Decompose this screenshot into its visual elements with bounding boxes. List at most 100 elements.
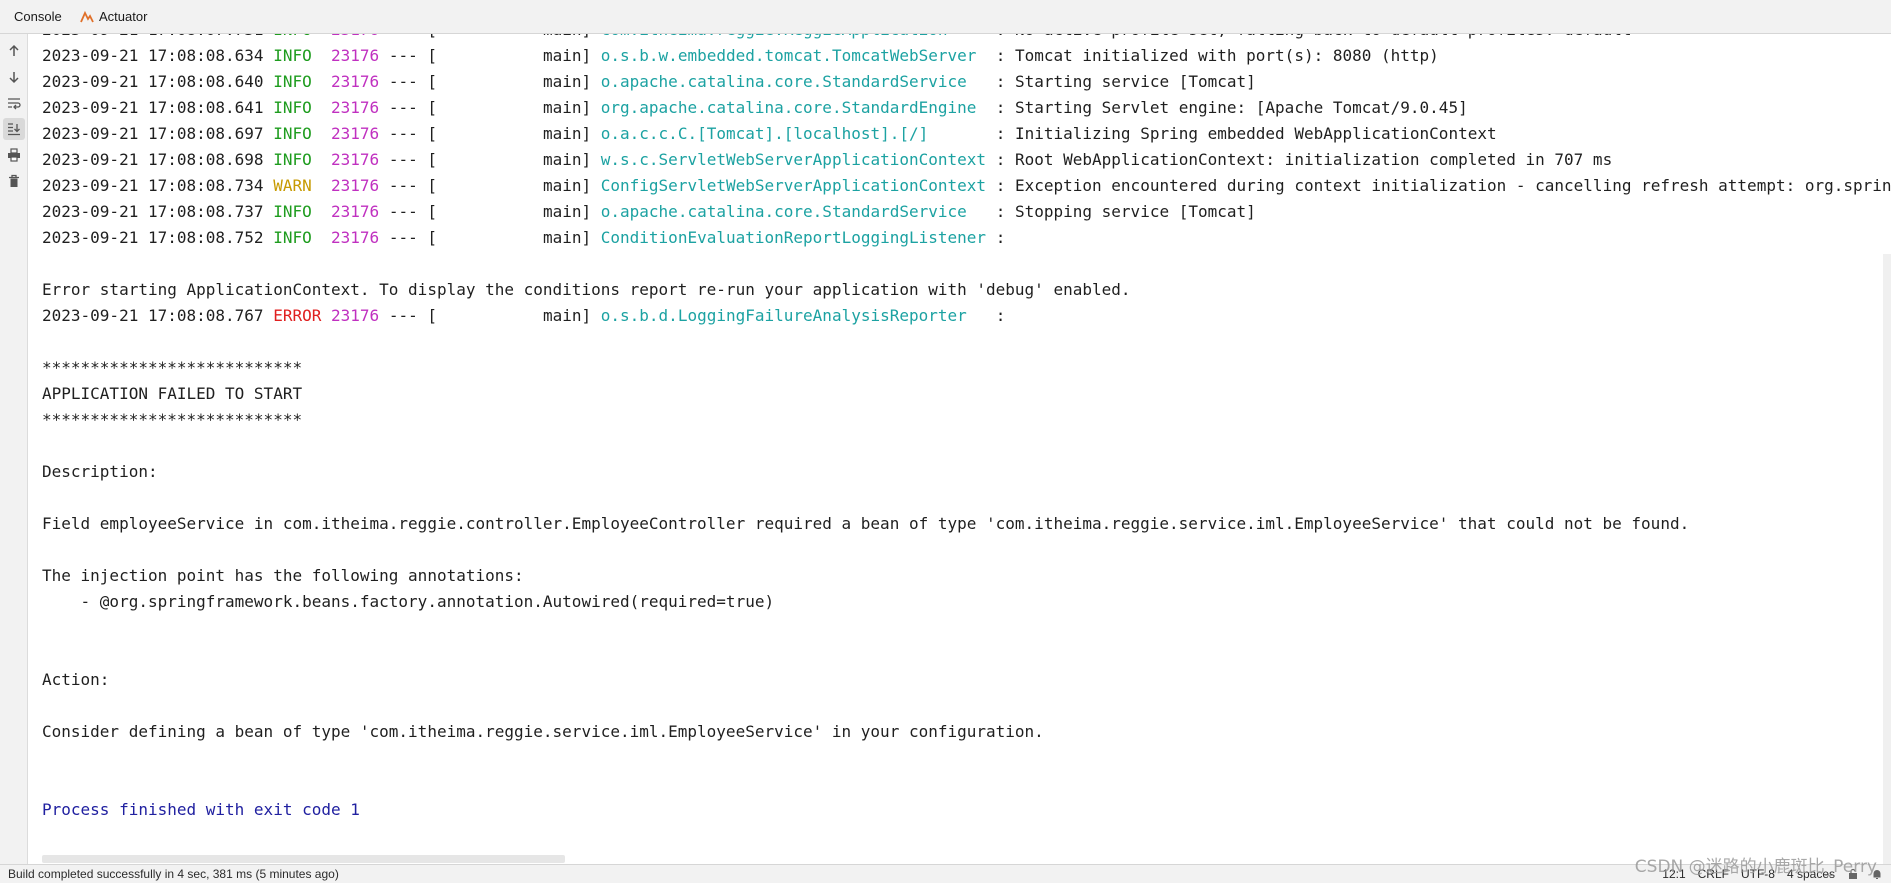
log-thread: --- [ main] bbox=[379, 46, 601, 65]
console-text: APPLICATION FAILED TO START bbox=[42, 384, 303, 403]
log-thread: --- [ main] bbox=[379, 306, 601, 325]
log-message: : bbox=[986, 228, 1015, 247]
log-message: : No active profile set, falling back to… bbox=[986, 34, 1632, 39]
up-button[interactable] bbox=[3, 40, 25, 62]
clear-all-button[interactable] bbox=[3, 170, 25, 192]
log-pid: 23176 bbox=[331, 150, 380, 169]
log-timestamp: 2023-09-21 17:08:08.697 bbox=[42, 124, 264, 143]
console-text: - @org.springframework.beans.factory.ann… bbox=[42, 592, 775, 611]
log-level: INFO bbox=[273, 150, 322, 169]
log-line: 2023-09-21 17:08:08.767 ERROR 23176 --- … bbox=[42, 303, 1891, 329]
tab-actuator[interactable]: Actuator bbox=[74, 0, 153, 33]
console-text: The injection point has the following an… bbox=[42, 566, 524, 585]
console-toolbar bbox=[0, 34, 28, 864]
actuator-icon bbox=[80, 10, 94, 22]
log-timestamp: 2023-09-21 17:08:08.734 bbox=[42, 176, 264, 195]
horizontal-scrollbar[interactable] bbox=[42, 855, 565, 863]
log-logger: o.s.b.d.LoggingFailureAnalysisReporter bbox=[600, 306, 987, 325]
down-button[interactable] bbox=[3, 66, 25, 88]
log-pid: 23176 bbox=[331, 306, 380, 325]
log-message: : Tomcat initialized with port(s): 8080 … bbox=[986, 46, 1439, 65]
log-level: WARN bbox=[273, 176, 322, 195]
log-thread: --- [ main] bbox=[379, 124, 601, 143]
log-level: INFO bbox=[273, 228, 322, 247]
soft-wrap-button[interactable] bbox=[3, 92, 25, 114]
log-pid: 23176 bbox=[331, 202, 380, 221]
console-line: - @org.springframework.beans.factory.ann… bbox=[42, 589, 1891, 615]
log-logger: org.apache.catalina.core.StandardEngine bbox=[600, 98, 987, 117]
log-timestamp: 2023-09-21 17:08:07.731 bbox=[42, 34, 264, 39]
log-pid: 23176 bbox=[331, 72, 380, 91]
soft-wrap-icon bbox=[8, 98, 21, 110]
process-exit-line: Process finished with exit code 1 bbox=[42, 797, 1891, 823]
console-output[interactable]: 2023-09-21 17:08:07.731 INFO 23176 --- [… bbox=[28, 34, 1891, 864]
trash-icon bbox=[9, 174, 19, 187]
log-message: : Root WebApplicationContext: initializa… bbox=[986, 150, 1613, 169]
console-line: The injection point has the following an… bbox=[42, 563, 1891, 589]
console-line: Error starting ApplicationContext. To di… bbox=[42, 277, 1891, 303]
log-line: 2023-09-21 17:08:08.698 INFO 23176 --- [… bbox=[42, 147, 1891, 173]
log-message: : Initializing Spring embedded WebApplic… bbox=[986, 124, 1497, 143]
log-level: INFO bbox=[273, 34, 321, 39]
log-timestamp: 2023-09-21 17:08:08.737 bbox=[42, 202, 264, 221]
console-line: Description: bbox=[42, 459, 1891, 485]
console-text: Error starting ApplicationContext. To di… bbox=[42, 280, 1131, 299]
log-message: : Starting service [Tomcat] bbox=[986, 72, 1256, 91]
console-text: Field employeeService in com.itheima.reg… bbox=[42, 514, 1690, 533]
log-logger: o.a.c.c.C.[Tomcat].[localhost].[/] bbox=[600, 124, 987, 143]
print-icon bbox=[8, 148, 20, 162]
vertical-scrollbar[interactable] bbox=[1883, 254, 1891, 864]
tab-console[interactable]: Console bbox=[8, 0, 68, 33]
log-line: 2023-09-21 17:08:08.737 INFO 23176 --- [… bbox=[42, 199, 1891, 225]
console-text: *************************** bbox=[42, 358, 303, 377]
status-message[interactable]: Build completed successfully in 4 sec, 3… bbox=[8, 867, 339, 881]
log-logger: w.s.c.ServletWebServerApplicationContext bbox=[600, 150, 987, 169]
console-line: Field employeeService in com.itheima.reg… bbox=[42, 511, 1891, 537]
scroll-to-end-button[interactable] bbox=[3, 118, 25, 140]
console-text: Consider defining a bean of type 'com.it… bbox=[42, 722, 1044, 741]
arrow-down-icon bbox=[9, 72, 19, 84]
print-button[interactable] bbox=[3, 144, 25, 166]
arrow-up-icon bbox=[9, 44, 19, 56]
log-line: 2023-09-21 17:08:08.752 INFO 23176 --- [… bbox=[42, 225, 1891, 251]
log-line: 2023-09-21 17:08:08.634 INFO 23176 --- [… bbox=[42, 43, 1891, 69]
log-timestamp: 2023-09-21 17:08:08.752 bbox=[42, 228, 264, 247]
tab-console-label: Console bbox=[14, 9, 62, 24]
log-line: 2023-09-21 17:08:08.734 WARN 23176 --- [… bbox=[42, 173, 1891, 199]
log-pid: 23176 bbox=[331, 176, 380, 195]
console-line: *************************** bbox=[42, 355, 1891, 381]
log-pid: 23176 bbox=[331, 34, 379, 39]
log-thread: --- [ main] bbox=[379, 34, 601, 39]
log-thread: --- [ main] bbox=[379, 98, 601, 117]
status-bar: Build completed successfully in 4 sec, 3… bbox=[0, 864, 1891, 883]
tool-window-tab-bar: Console Actuator bbox=[0, 0, 1891, 34]
log-logger: o.apache.catalina.core.StandardService bbox=[600, 202, 987, 221]
log-level: INFO bbox=[273, 72, 322, 91]
log-timestamp: 2023-09-21 17:08:08.641 bbox=[42, 98, 264, 117]
console-line: Action: bbox=[42, 667, 1891, 693]
log-line: 2023-09-21 17:08:08.640 INFO 23176 --- [… bbox=[42, 69, 1891, 95]
console-lines: 2023-09-21 17:08:07.731 INFO 23176 --- [… bbox=[42, 34, 1891, 823]
log-pid: 23176 bbox=[331, 124, 380, 143]
log-timestamp: 2023-09-21 17:08:08.767 bbox=[42, 306, 264, 325]
log-thread: --- [ main] bbox=[379, 228, 601, 247]
log-message: : bbox=[986, 306, 1015, 325]
console-text: *************************** bbox=[42, 410, 303, 429]
log-thread: --- [ main] bbox=[379, 176, 601, 195]
log-line: 2023-09-21 17:08:08.641 INFO 23176 --- [… bbox=[42, 95, 1891, 121]
process-exit-text: Process finished with exit code 1 bbox=[42, 800, 360, 819]
log-level: INFO bbox=[273, 124, 322, 143]
log-pid: 23176 bbox=[331, 46, 380, 65]
log-timestamp: 2023-09-21 17:08:08.640 bbox=[42, 72, 264, 91]
log-logger: com.itheima.reggie.ReggieApplication bbox=[601, 34, 986, 39]
log-level: INFO bbox=[273, 98, 322, 117]
log-thread: --- [ main] bbox=[379, 202, 601, 221]
log-message: : Exception encountered during context i… bbox=[995, 176, 1891, 195]
